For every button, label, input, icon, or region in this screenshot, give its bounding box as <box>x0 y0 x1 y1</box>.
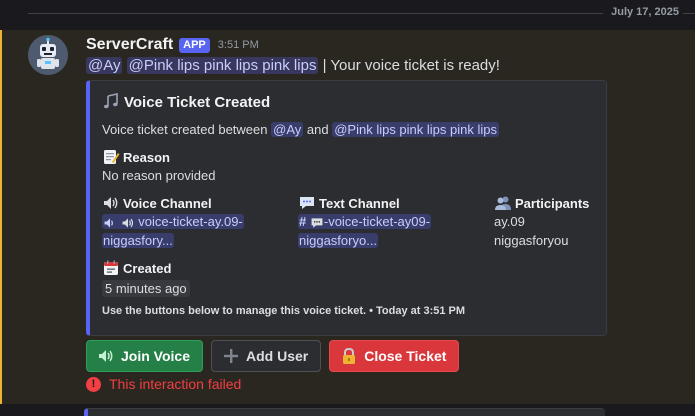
robot-avatar-icon <box>28 35 68 75</box>
action-buttons: Join Voice Add User Close Ticket <box>86 340 460 372</box>
field-reason-value: No reason provided <box>102 168 216 183</box>
relative-timestamp[interactable]: 5 minutes ago <box>102 280 190 297</box>
speech-bubble-icon <box>310 216 324 230</box>
channel-name-line1: -voice-ticket-ay09- <box>323 214 431 229</box>
plus-icon <box>222 347 240 365</box>
user-mention[interactable]: @Pink lips pink lips pink lips <box>332 122 499 137</box>
app-badge: APP <box>179 37 210 53</box>
channel-name-line2: niggasfory... <box>102 233 174 248</box>
memo-icon <box>102 148 120 166</box>
error-text: This interaction failed <box>109 376 242 392</box>
button-label: Join Voice <box>121 348 190 364</box>
channel-name-line2: niggasforyo... <box>298 233 379 248</box>
lock-icon <box>340 347 358 365</box>
channel-name-line1: voice-ticket-ay.09- <box>138 214 243 229</box>
embed-description: Voice ticket created between @Ay and @Pi… <box>102 122 499 137</box>
field-label: Participants <box>515 195 590 211</box>
participant: ay.09 <box>494 214 525 229</box>
divider-date: July 17, 2025 <box>611 6 679 18</box>
next-message-embed-partial <box>84 408 605 416</box>
field-reason: Reason No reason provided <box>102 148 215 185</box>
speaker-icon <box>103 216 117 230</box>
field-voice-channel-name: Voice Channel <box>102 194 244 212</box>
speaker-icon <box>102 194 120 212</box>
hash-icon: # <box>299 214 307 229</box>
people-icon <box>494 194 512 212</box>
speaker-icon <box>97 347 115 365</box>
field-created-name: Created <box>102 259 190 277</box>
user-mention[interactable]: @Ay <box>271 122 304 137</box>
speech-bubble-icon <box>298 194 316 212</box>
error-icon: ! <box>86 376 101 392</box>
button-label: Add User <box>245 348 309 364</box>
text-channel-mention[interactable]: # -voice-ticket-ay09- niggasforyo... <box>298 212 432 250</box>
divider-line <box>28 13 603 14</box>
message: ServerCraft APP 3:51 PM @Ay @Pink lips p… <box>0 30 695 404</box>
field-participants-value: ay.09 niggasforyou <box>494 212 589 250</box>
field-label: Reason <box>123 149 170 165</box>
field-participants-name: Participants <box>494 194 589 212</box>
musical-notes-icon <box>102 93 120 111</box>
desc-and-text: and <box>306 122 329 137</box>
message-timestamp[interactable]: 3:51 PM <box>218 39 259 51</box>
field-text-channel-name: Text Channel <box>298 194 431 212</box>
field-label: Voice Channel <box>123 195 212 211</box>
speaker-emoji-icon <box>121 216 135 230</box>
message-header: ServerCraft APP 3:51 PM <box>86 36 259 54</box>
button-label: Close Ticket <box>364 348 447 364</box>
field-label: Created <box>123 260 172 276</box>
interaction-error: ! This interaction failed <box>86 376 241 392</box>
embed-title-text: Voice Ticket Created <box>124 93 271 111</box>
join-voice-button[interactable]: Join Voice <box>86 340 203 372</box>
voice-channel-mention[interactable]: voice-ticket-ay.09- niggasfory... <box>102 212 244 250</box>
date-divider: July 17, 2025 <box>0 0 695 28</box>
close-ticket-button[interactable]: Close Ticket <box>329 340 460 372</box>
field-label: Text Channel <box>319 195 400 211</box>
field-voice-channel: Voice Channel voice-ticket-ay.09- niggas… <box>102 194 244 250</box>
calendar-icon <box>102 259 120 277</box>
message-text: | Your voice ticket is ready! <box>322 57 500 74</box>
field-created-value: 5 minutes ago <box>102 279 190 298</box>
avatar[interactable] <box>28 35 68 75</box>
user-mention[interactable]: @Pink lips pink lips pink lips <box>126 57 319 74</box>
embed-title: Voice Ticket Created <box>102 93 270 111</box>
embed-footer: Use the buttons below to manage this voi… <box>102 305 466 317</box>
divider-line-right <box>683 13 695 14</box>
field-participants: Participants ay.09 niggasforyou <box>494 194 589 250</box>
embed: Voice Ticket Created Voice ticket create… <box>86 80 607 336</box>
field-reason-name: Reason <box>102 148 215 166</box>
username[interactable]: ServerCraft <box>86 36 173 54</box>
add-user-button[interactable]: Add User <box>210 340 322 372</box>
field-text-channel: Text Channel # -voice-ticket-ay09- nigga… <box>298 194 432 250</box>
participant: niggasforyou <box>494 233 569 248</box>
message-content: @Ay @Pink lips pink lips pink lips | You… <box>86 57 500 74</box>
desc-text: Voice ticket created between <box>102 122 268 137</box>
user-mention[interactable]: @Ay <box>86 57 123 74</box>
field-created: Created 5 minutes ago <box>102 259 190 298</box>
